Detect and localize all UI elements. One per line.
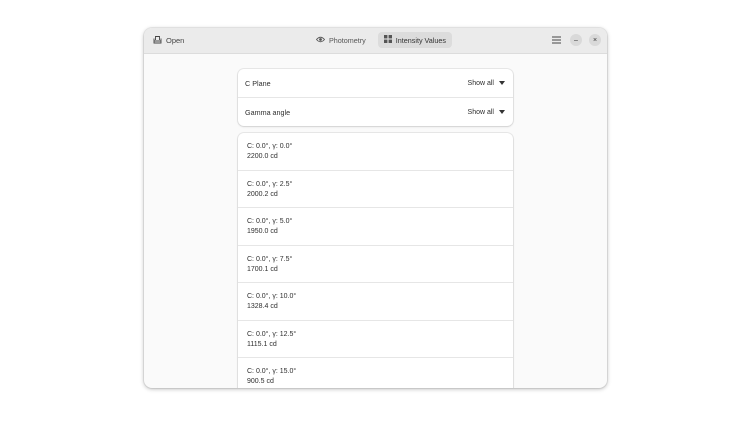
list-item-title: C: 0.0°, γ: 10.0° [247,293,297,300]
list-item[interactable]: C: 0.0°, γ: 5.0° 1950.0 cd [238,208,513,246]
open-label: Open [166,36,185,45]
hamburger-menu-icon [551,31,561,49]
list-item-title: C: 0.0°, γ: 0.0° [247,143,293,150]
close-button[interactable]: × [589,34,601,46]
list-item-title: C: 0.0°, γ: 7.5° [247,255,293,263]
list-item[interactable]: C: 0.0°, γ: 0.0° 2200.0 cd [238,133,513,171]
c-plane-dropdown-value: Show all [467,79,494,87]
list-item-title: C: 0.0°, γ: 2.5° [247,180,293,188]
close-icon: × [592,36,598,44]
eye-icon [315,36,326,45]
list-item-title: C: 0.0°, γ: 15.0° [247,368,297,375]
list-item-intensity: 1950.0 cd [247,228,278,235]
tab-intensity-values[interactable]: Intensity Values [377,32,452,48]
filter-gamma-angle: Gamma angle Show all [238,97,513,126]
app-window: Open Photometry Intensity Values – × C P… [144,28,607,388]
open-button[interactable]: Open [150,33,187,48]
list-item-intensity: 1115.1 cd [247,340,277,348]
chevron-down-icon [499,81,505,85]
list-item[interactable]: C: 0.0°, γ: 10.0° 1328.4 cd [238,283,513,321]
list-item-intensity: 2000.2 cd [247,190,278,198]
minimize-button[interactable]: – [570,34,582,46]
filter-c-plane: C Plane Show all [238,69,513,97]
list-item[interactable]: C: 0.0°, γ: 2.5° 2000.2 cd [238,171,513,208]
list-item-intensity: 1700.1 cd [247,265,278,273]
tab-intensity-values-label: Intensity Values [395,35,446,45]
view-switcher: Photometry Intensity Values [310,32,452,48]
list-item[interactable]: C: 0.0°, γ: 12.5° 1115.1 cd [238,321,513,358]
list-item[interactable]: C: 0.0°, γ: 7.5° 1700.1 cd [238,246,513,283]
filter-gamma-angle-label: Gamma angle [245,107,291,117]
gamma-angle-dropdown[interactable]: Show all [468,109,505,116]
filter-c-plane-label: C Plane [245,78,271,88]
list-item-intensity: 1328.4 cd [247,303,278,310]
list-item-title: C: 0.0°, γ: 5.0° [247,218,293,225]
main-menu-button[interactable] [549,33,563,47]
open-folder-icon [153,35,162,46]
c-plane-dropdown[interactable]: Show all [468,80,505,87]
filters-card: C Plane Show all Gamma angle Show all [238,69,513,126]
intensity-values-list[interactable]: C: 0.0°, γ: 0.0° 2200.0 cd C: 0.0°, γ: 2… [238,133,513,388]
list-item-title: C: 0.0°, γ: 12.5° [247,330,297,338]
list-item[interactable]: C: 0.0°, γ: 15.0° 900.5 cd [238,358,513,388]
tab-photometry[interactable]: Photometry [310,32,372,48]
window-controls: – × [549,33,601,47]
tab-photometry-label: Photometry [329,35,366,45]
headerbar: Open Photometry Intensity Values – × [144,28,607,54]
list-item-intensity: 2200.0 cd [247,153,278,160]
list-item-intensity: 900.5 cd [247,378,274,385]
minimize-icon: – [574,36,578,44]
grid-icon [383,35,392,45]
main-content: C Plane Show all Gamma angle Show all C:… [144,54,607,388]
gamma-angle-dropdown-value: Show all [467,108,494,116]
chevron-down-icon [499,110,505,114]
